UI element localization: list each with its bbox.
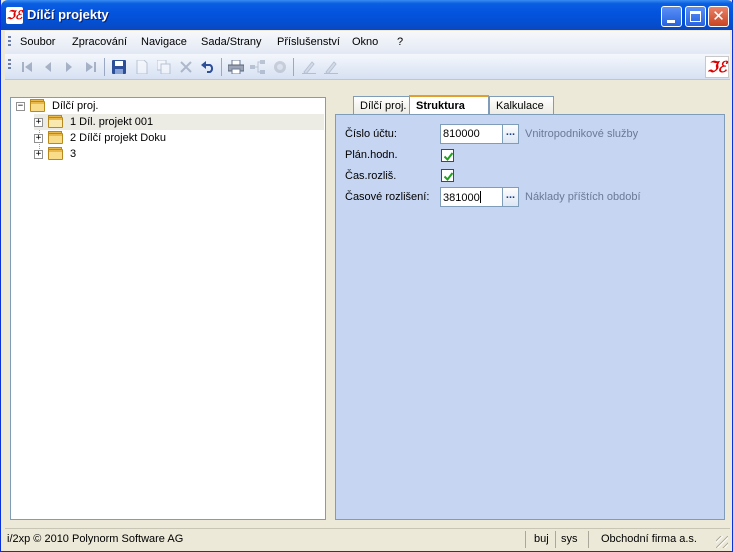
time-checkbox[interactable] bbox=[441, 169, 454, 182]
accrual-label: Časové rozlišení: bbox=[345, 191, 430, 203]
menu-help[interactable]: ? bbox=[397, 36, 403, 48]
toolbar-separator bbox=[104, 58, 105, 76]
maximize-icon bbox=[690, 11, 701, 22]
title-bar[interactable]: ℑℰ Dílčí projekty ✕ bbox=[1, 0, 733, 30]
menu-prislusenstvi[interactable]: Příslušenství bbox=[277, 36, 340, 48]
save-icon[interactable] bbox=[111, 59, 127, 75]
maximize-button[interactable] bbox=[685, 6, 706, 27]
minimize-icon bbox=[667, 20, 675, 23]
status-bar: i/2xp © 2010 Polynorm Software AG buj sy… bbox=[5, 528, 730, 549]
plan-label: Plán.hodn. bbox=[345, 149, 398, 161]
status-user: buj bbox=[534, 533, 549, 545]
edit-icon[interactable] bbox=[301, 59, 317, 75]
tab-kalkulace[interactable]: Kalkulace bbox=[489, 96, 554, 115]
structure-panel: Číslo účtu: 810000 ... Vnitropodnikové s… bbox=[335, 114, 725, 520]
text-caret bbox=[479, 191, 481, 203]
toolbar: ℑℰ bbox=[5, 54, 730, 80]
tree-node-label: 1 Díl. projekt 001 bbox=[70, 116, 154, 128]
menu-okno[interactable]: Okno bbox=[352, 36, 378, 48]
accrual-value: 381000 bbox=[443, 192, 480, 204]
status-copyright: i/2xp © 2010 Polynorm Software AG bbox=[7, 533, 184, 545]
toolbar-grip-icon[interactable] bbox=[8, 59, 11, 71]
tree-node-label: 3 bbox=[70, 148, 77, 160]
project-tree[interactable]: − Dílčí proj. + 1 Díl. projekt 001 + 2 D… bbox=[10, 97, 326, 520]
status-separator bbox=[525, 531, 526, 548]
tree-node-label: Dílčí proj. bbox=[52, 100, 99, 112]
first-record-icon[interactable] bbox=[19, 59, 35, 75]
menu-bar: Soubor Zpracování Navigace Sada/Strany P… bbox=[5, 31, 730, 53]
status-separator bbox=[588, 531, 589, 548]
tree-node-child[interactable]: + 2 Dílčí projekt Doku bbox=[34, 130, 168, 146]
status-separator bbox=[555, 531, 556, 548]
expand-icon[interactable]: + bbox=[34, 133, 43, 143]
menu-sada-strany[interactable]: Sada/Strany bbox=[201, 36, 262, 48]
structure-icon[interactable] bbox=[250, 59, 266, 75]
tree-node-child[interactable]: + 1 Díl. projekt 001 bbox=[34, 114, 324, 130]
check-icon bbox=[443, 172, 454, 182]
time-label: Čas.rozliš. bbox=[345, 170, 397, 182]
app-logo-icon: ℑℰ bbox=[6, 7, 23, 24]
account-description: Vnitropodnikové služby bbox=[525, 128, 639, 140]
tree-node-child[interactable]: + 3 bbox=[34, 146, 78, 162]
refresh-icon[interactable] bbox=[272, 59, 288, 75]
minimize-button[interactable] bbox=[661, 6, 682, 27]
folder-icon bbox=[48, 147, 64, 160]
previous-record-icon[interactable] bbox=[40, 59, 56, 75]
expand-icon[interactable]: + bbox=[34, 149, 43, 159]
print-icon[interactable] bbox=[228, 59, 244, 75]
undo-icon[interactable] bbox=[200, 59, 216, 75]
collapse-icon[interactable]: − bbox=[16, 101, 25, 111]
account-label: Číslo účtu: bbox=[345, 128, 397, 140]
next-record-icon[interactable] bbox=[61, 59, 77, 75]
tab-struktura[interactable]: Struktura bbox=[409, 95, 489, 115]
toolbar-separator bbox=[221, 58, 222, 76]
open-folder-icon bbox=[48, 115, 64, 128]
account-input[interactable]: 810000 bbox=[440, 124, 504, 144]
account-browse-button[interactable]: ... bbox=[502, 124, 519, 144]
menu-grip-icon[interactable] bbox=[8, 36, 11, 48]
expand-icon[interactable]: + bbox=[34, 117, 43, 127]
window-title: Dílčí projekty bbox=[27, 7, 109, 22]
edit-alt-icon[interactable] bbox=[323, 59, 339, 75]
delete-icon[interactable] bbox=[178, 59, 194, 75]
menu-soubor[interactable]: Soubor bbox=[20, 36, 55, 48]
last-record-icon[interactable] bbox=[83, 59, 99, 75]
account-value: 810000 bbox=[443, 128, 480, 140]
brand-logo-icon: ℑℰ bbox=[705, 56, 729, 78]
accrual-browse-button[interactable]: ... bbox=[502, 187, 519, 207]
tree-node-label: 2 Dílčí projekt Doku bbox=[70, 132, 166, 144]
tree-node-root[interactable]: − Dílčí proj. bbox=[16, 98, 100, 114]
copy-icon[interactable] bbox=[156, 59, 172, 75]
folder-icon bbox=[48, 131, 64, 144]
app-window: ℑℰ Dílčí projekty ✕ Soubor Zpracování Na… bbox=[0, 0, 733, 552]
resize-grip-icon[interactable] bbox=[716, 536, 728, 548]
tab-dilci-proj[interactable]: Dílčí proj. bbox=[353, 96, 411, 115]
new-document-icon[interactable] bbox=[134, 59, 150, 75]
close-button[interactable]: ✕ bbox=[708, 6, 729, 27]
plan-checkbox[interactable] bbox=[441, 149, 454, 162]
status-company: Obchodní firma a.s. bbox=[601, 533, 697, 545]
close-icon: ✕ bbox=[712, 8, 725, 25]
menu-zpracovani[interactable]: Zpracování bbox=[72, 36, 127, 48]
accrual-description: Náklady příštích období bbox=[525, 191, 641, 203]
accrual-input[interactable]: 381000 bbox=[440, 187, 504, 207]
status-db: sys bbox=[561, 533, 578, 545]
folder-icon bbox=[30, 99, 46, 112]
toolbar-separator bbox=[293, 58, 294, 76]
menu-navigace[interactable]: Navigace bbox=[141, 36, 187, 48]
check-icon bbox=[443, 152, 454, 162]
